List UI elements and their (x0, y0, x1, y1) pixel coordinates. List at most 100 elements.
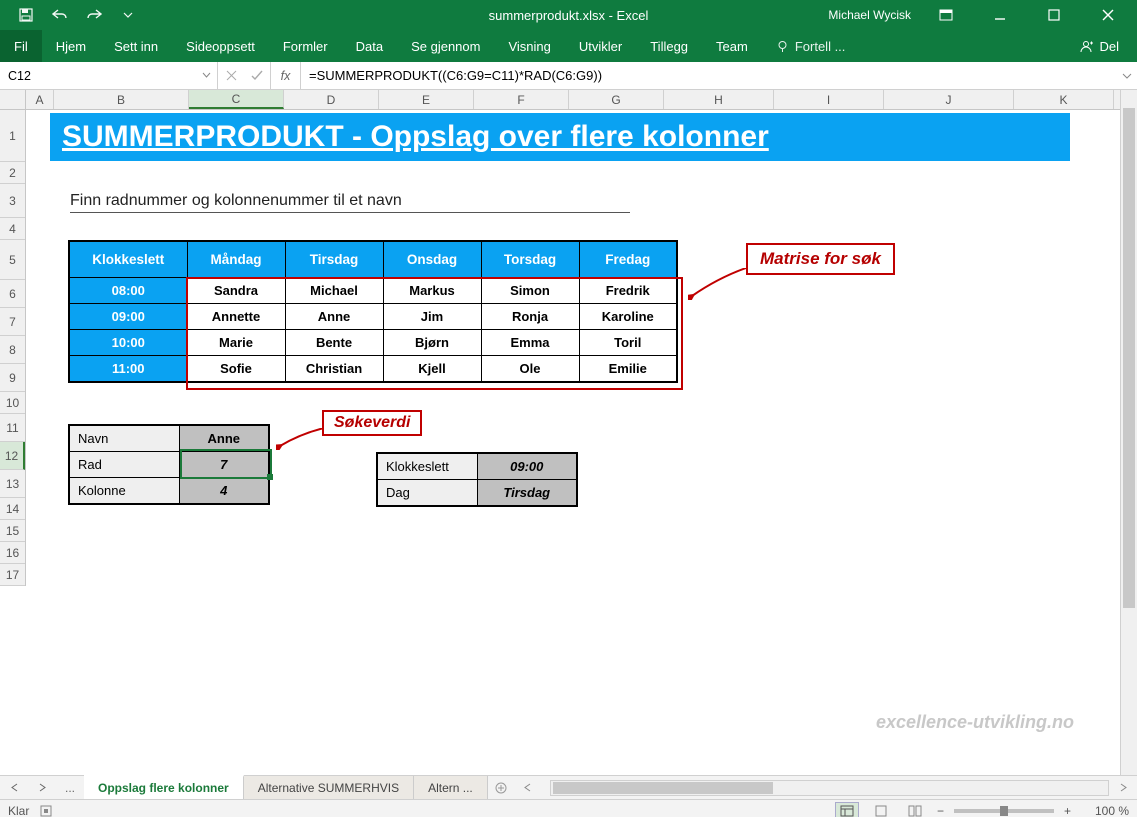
horizontal-scrollbar[interactable] (550, 780, 1109, 796)
col-header-J[interactable]: J (884, 90, 1014, 109)
row-header-1[interactable]: 1 (0, 110, 25, 162)
ribbon-tabs: Fil HjemSett innSideoppsettFormlerDataSe… (0, 30, 1137, 62)
schedule-header: Tirsdag (285, 241, 383, 278)
sheet-tab-active[interactable]: Oppslag flere kolonner (84, 775, 244, 799)
hscroll-right-icon[interactable] (1109, 783, 1137, 792)
tab-data[interactable]: Data (342, 30, 397, 62)
col-header-C[interactable]: C (189, 90, 284, 109)
row-header-2[interactable]: 2 (0, 162, 25, 184)
undo-icon[interactable] (48, 3, 72, 27)
row-header-6[interactable]: 6 (0, 280, 25, 308)
row-header-5[interactable]: 5 (0, 240, 25, 280)
hscroll-thumb[interactable] (553, 782, 773, 794)
share-button[interactable]: Del (1079, 39, 1137, 54)
name-box[interactable] (0, 62, 218, 89)
maximize-button[interactable] (1035, 1, 1073, 29)
row-header-12[interactable]: 12 (0, 442, 25, 470)
tab-utvikler[interactable]: Utvikler (565, 30, 636, 62)
row-header-16[interactable]: 16 (0, 542, 25, 564)
tab-nav-ellipsis[interactable]: ... (56, 776, 84, 799)
lookup-label: Kolonne (69, 478, 179, 505)
name-box-input[interactable] (0, 62, 217, 89)
schedule-table: KlokkeslettMåndagTirsdagOnsdagTorsdagFre… (68, 240, 678, 383)
macro-record-icon[interactable] (39, 804, 53, 817)
col-header-A[interactable]: A (26, 90, 54, 109)
accept-formula-icon[interactable] (244, 70, 270, 81)
zoom-out-icon[interactable]: − (937, 804, 944, 817)
col-header-F[interactable]: F (474, 90, 569, 109)
expand-formula-icon[interactable] (1117, 62, 1137, 89)
row-header-10[interactable]: 10 (0, 392, 25, 414)
schedule-cell: Anne (285, 304, 383, 330)
tab-nav-prev-icon[interactable] (0, 776, 28, 799)
save-icon[interactable] (14, 3, 38, 27)
qat-customize-icon[interactable] (116, 3, 140, 27)
minimize-button[interactable] (981, 1, 1019, 29)
fx-label[interactable]: fx (271, 62, 301, 89)
row-header-3[interactable]: 3 (0, 184, 25, 218)
zoom-level[interactable]: 100 % (1081, 804, 1129, 817)
col-header-D[interactable]: D (284, 90, 379, 109)
tab-sett-inn[interactable]: Sett inn (100, 30, 172, 62)
tab-visning[interactable]: Visning (494, 30, 564, 62)
row-header-11[interactable]: 11 (0, 414, 25, 442)
tab-formler[interactable]: Formler (269, 30, 342, 62)
tab-nav-next-icon[interactable] (28, 776, 56, 799)
lookup-table-2: Klokkeslett09:00DagTirsdag (376, 452, 578, 507)
vertical-scrollbar[interactable] (1120, 90, 1137, 775)
normal-view-icon[interactable] (835, 802, 859, 817)
redo-icon[interactable] (82, 3, 106, 27)
col-header-H[interactable]: H (664, 90, 774, 109)
lookup-value: 09:00 (477, 453, 577, 480)
tab-file[interactable]: Fil (0, 30, 42, 62)
hscroll-left-icon[interactable] (514, 783, 542, 792)
tell-me[interactable]: Fortell ... (762, 30, 860, 62)
ribbon-options-icon[interactable] (927, 1, 965, 29)
row-header-17[interactable]: 17 (0, 564, 25, 586)
zoom-slider-thumb[interactable] (1000, 806, 1008, 816)
schedule-header: Måndag (187, 241, 285, 278)
lightbulb-icon (776, 40, 789, 53)
close-button[interactable] (1089, 1, 1127, 29)
row-header-14[interactable]: 14 (0, 498, 25, 520)
col-header-E[interactable]: E (379, 90, 474, 109)
subtitle: Finn radnummer og kolonnenummer til et n… (70, 192, 630, 213)
col-header-B[interactable]: B (54, 90, 189, 109)
col-header-I[interactable]: I (774, 90, 884, 109)
page-break-view-icon[interactable] (903, 802, 927, 817)
new-sheet-icon[interactable] (488, 776, 514, 799)
cancel-formula-icon[interactable] (218, 70, 244, 81)
col-header-G[interactable]: G (569, 90, 664, 109)
vscroll-thumb[interactable] (1123, 108, 1135, 608)
sheet-tab[interactable]: Altern ... (414, 776, 488, 799)
row-header-13[interactable]: 13 (0, 470, 25, 498)
column-headers: ABCDEFGHIJK (0, 90, 1120, 110)
row-header-8[interactable]: 8 (0, 336, 25, 364)
sheet-canvas[interactable]: SUMMERPRODUKT - Oppslag over flere kolon… (26, 110, 1120, 775)
schedule-cell: Bjørn (383, 330, 481, 356)
page-layout-view-icon[interactable] (869, 802, 893, 817)
schedule-cell: Simon (481, 278, 579, 304)
zoom-in-icon[interactable]: + (1064, 804, 1071, 817)
tab-tillegg[interactable]: Tillegg (636, 30, 702, 62)
row-headers: 1234567891011121314151617 (0, 110, 26, 586)
row-header-4[interactable]: 4 (0, 218, 25, 240)
tab-hjem[interactable]: Hjem (42, 30, 100, 62)
tab-team[interactable]: Team (702, 30, 762, 62)
select-all-corner[interactable] (0, 90, 26, 109)
sheet-tab[interactable]: Alternative SUMMERHVIS (244, 776, 414, 799)
schedule-cell: Markus (383, 278, 481, 304)
col-header-K[interactable]: K (1014, 90, 1114, 109)
row-header-9[interactable]: 9 (0, 364, 25, 392)
formula-input[interactable] (301, 62, 1117, 89)
lookup-value: Tirsdag (477, 480, 577, 507)
lookup-label: Klokkeslett (377, 453, 477, 480)
zoom-slider[interactable] (954, 809, 1054, 813)
callout-search-value: Søkeverdi (322, 410, 422, 436)
share-icon (1079, 39, 1093, 53)
row-header-15[interactable]: 15 (0, 520, 25, 542)
row-header-7[interactable]: 7 (0, 308, 25, 336)
schedule-cell: Emma (481, 330, 579, 356)
tab-se-gjennom[interactable]: Se gjennom (397, 30, 494, 62)
tab-sideoppsett[interactable]: Sideoppsett (172, 30, 269, 62)
